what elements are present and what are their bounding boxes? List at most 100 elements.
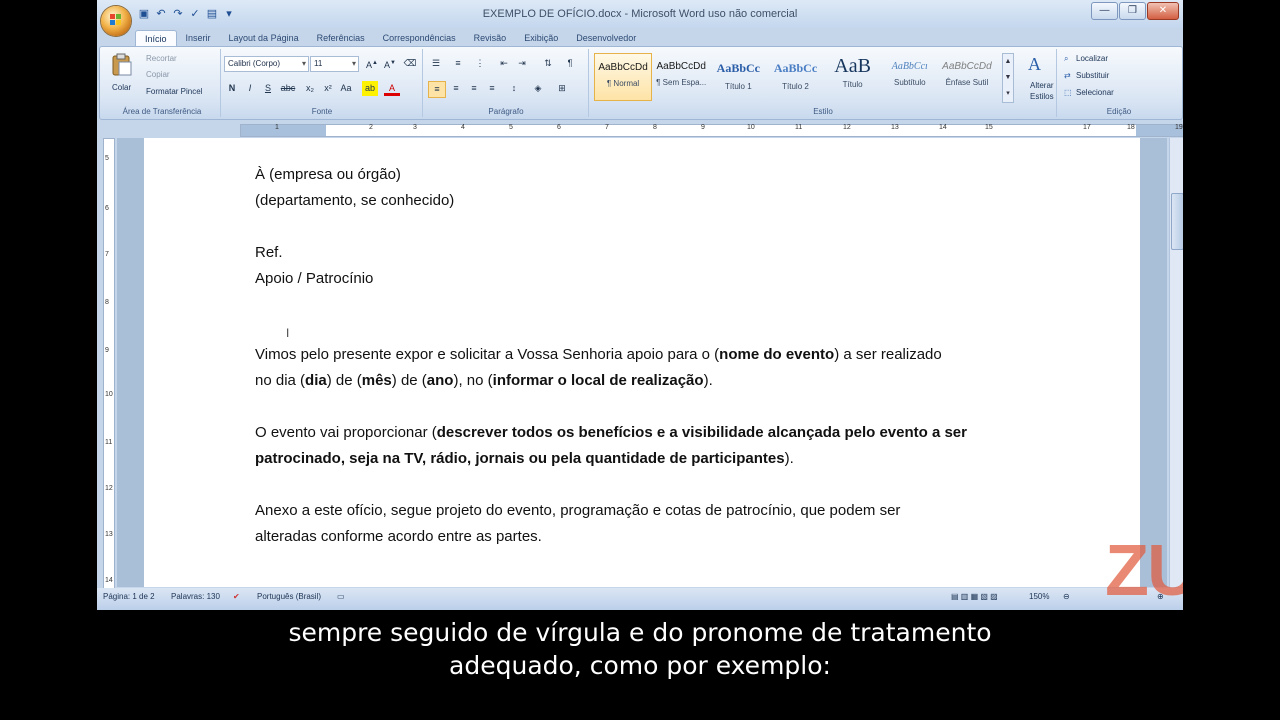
font-color-icon[interactable]: A: [384, 81, 400, 96]
doc-paragraph-1b[interactable]: no dia (dia) de (mês) de (ano), no (info…: [255, 372, 713, 389]
change-case-icon[interactable]: Aa: [338, 81, 354, 96]
decrease-indent-icon[interactable]: ⇤: [496, 56, 512, 71]
style-subtle-emphasis[interactable]: AaBbCcDd Ênfase Sutil: [939, 53, 995, 99]
align-right-icon[interactable]: ≡: [466, 81, 482, 96]
paste-button[interactable]: Colar: [112, 83, 131, 92]
ruler-tick: 10: [747, 124, 755, 131]
minimize-button[interactable]: —: [1091, 2, 1118, 20]
font-group-label: Fonte: [311, 107, 333, 116]
bullets-icon[interactable]: ☰: [428, 56, 444, 71]
doc-line-recipient[interactable]: À (empresa ou órgão): [255, 166, 401, 183]
italic-button[interactable]: I: [242, 81, 258, 96]
increase-indent-icon[interactable]: ⇥: [514, 56, 530, 71]
format-painter-button[interactable]: Formatar Pincel: [146, 87, 202, 96]
style-subtitle[interactable]: AaBbCcı Subtítulo: [882, 53, 938, 99]
document-area[interactable]: À (empresa ou órgão) (departamento, se c…: [117, 138, 1167, 587]
maximize-button[interactable]: ❐: [1119, 2, 1146, 20]
doc-paragraph-2a[interactable]: O evento vai proporcionar (descrever tod…: [255, 424, 967, 441]
style-no-spacing[interactable]: AaBbCcDd ¶ Sem Espa...: [653, 53, 709, 99]
macro-record-icon[interactable]: ▭: [337, 592, 345, 601]
tab-exibicao[interactable]: Exibição: [515, 30, 567, 46]
horizontal-ruler[interactable]: 1 2 3 4 5 6 7 8 9 10 11 12 13 14 15 17 1…: [97, 120, 1183, 138]
tab-referencias[interactable]: Referências: [308, 30, 374, 46]
paragraph-group-label: Parágrafo: [488, 107, 524, 116]
window-title: EXEMPLO DE OFÍCIO.docx - Microsoft Word …: [482, 8, 798, 20]
style-normal[interactable]: AaBbCcDd ¶ Normal: [594, 53, 653, 101]
style-gallery: AaBbCcDd ¶ Normal AaBbCcDd ¶ Sem Espa... A…: [594, 53, 996, 101]
find-button[interactable]: Localizar: [1076, 54, 1108, 63]
line-spacing-icon[interactable]: ↕: [506, 81, 522, 96]
select-button[interactable]: Selecionar: [1076, 88, 1114, 97]
change-styles-icon[interactable]: A: [1026, 53, 1048, 75]
show-marks-icon[interactable]: ¶: [562, 56, 578, 71]
replace-button[interactable]: Substituir: [1076, 71, 1109, 80]
strikethrough-icon[interactable]: abc: [280, 81, 296, 96]
status-zoom[interactable]: 150%: [1029, 592, 1049, 601]
style-heading-1[interactable]: AaBbCc Título 1: [710, 53, 766, 99]
ruler-tick: 3: [413, 124, 417, 131]
doc-line-department[interactable]: (departamento, se conhecido): [255, 192, 454, 209]
highlight-icon[interactable]: ab: [362, 81, 378, 96]
word-window: ▣ ↶ ↷ ✓ ▤ ▾ EXEMPLO DE OFÍCIO.docx - Mic…: [97, 0, 1183, 610]
view-buttons-icon[interactable]: ▤ ▥ ▦ ▧ ▨: [951, 592, 998, 601]
ruler-tick: 17: [1083, 124, 1091, 131]
style-heading-2[interactable]: AaBbCc Título 2: [767, 53, 823, 99]
sort-icon[interactable]: ⇅: [540, 56, 556, 71]
multilevel-list-icon[interactable]: ⋮: [472, 56, 488, 71]
clipboard-group: Colar Recortar Copiar Formatar Pincel Ár…: [104, 49, 221, 117]
doc-paragraph-2b[interactable]: patrocinado, seja na TV, rádio, jornais …: [255, 450, 794, 467]
tab-inicio[interactable]: Início: [135, 30, 177, 46]
close-button[interactable]: ✕: [1147, 2, 1179, 20]
align-left-icon[interactable]: ≡: [428, 81, 446, 98]
select-icon: ⬚: [1064, 88, 1072, 97]
subscript-icon[interactable]: x₂: [302, 81, 318, 96]
underline-button[interactable]: S: [260, 81, 276, 96]
change-styles-label-1[interactable]: Alterar: [1030, 81, 1054, 90]
cut-button[interactable]: Recortar: [146, 54, 177, 63]
ruler-tick: 7: [605, 124, 609, 131]
status-page[interactable]: Página: 1 de 2: [103, 592, 155, 601]
doc-line-ref[interactable]: Ref.: [255, 244, 283, 261]
grow-font-icon[interactable]: A▲: [364, 56, 380, 71]
channel-watermark: ZUN: [1105, 531, 1183, 610]
change-styles-label-2[interactable]: Estilos: [1030, 92, 1054, 101]
status-language[interactable]: Português (Brasil): [257, 592, 321, 601]
editing-group-label: Edição: [1106, 107, 1132, 116]
ruler-tick: 8: [105, 299, 109, 306]
document-page[interactable]: À (empresa ou órgão) (departamento, se c…: [144, 138, 1140, 587]
shading-icon[interactable]: ◈: [530, 81, 546, 96]
font-name-combo[interactable]: Calibri (Corpo): [224, 56, 309, 72]
ruler-tick: 1: [275, 124, 279, 131]
doc-paragraph-1a[interactable]: Vimos pelo presente expor e solicitar a …: [255, 346, 942, 363]
scrollbar-thumb[interactable]: [1171, 193, 1183, 250]
vertical-ruler[interactable]: 5 6 7 8 9 10 11 12 13 14: [103, 138, 115, 590]
style-title[interactable]: AaB Título: [825, 53, 881, 99]
align-center-icon[interactable]: ≡: [448, 81, 464, 96]
clear-formatting-icon[interactable]: ⌫: [402, 56, 418, 71]
zoom-out-icon[interactable]: ⊖: [1063, 592, 1070, 601]
font-size-combo[interactable]: 11: [310, 56, 359, 72]
status-words[interactable]: Palavras: 130: [171, 592, 220, 601]
doc-paragraph-3b[interactable]: alteradas conforme acordo entre as parte…: [255, 528, 542, 545]
shrink-font-icon[interactable]: A▼: [382, 56, 398, 71]
superscript-icon[interactable]: x²: [320, 81, 336, 96]
styles-group-label: Estilo: [813, 107, 833, 116]
tab-layout[interactable]: Layout da Página: [220, 30, 308, 46]
vertical-scrollbar[interactable]: [1169, 138, 1183, 587]
tab-desenvolvedor[interactable]: Desenvolvedor: [567, 30, 645, 46]
bold-button[interactable]: N: [224, 81, 240, 96]
doc-paragraph-3a[interactable]: Anexo a este ofício, segue projeto do ev…: [255, 502, 900, 519]
copy-button[interactable]: Copiar: [146, 70, 170, 79]
tab-correspondencias[interactable]: Correspondências: [374, 30, 465, 46]
doc-line-subject[interactable]: Apoio / Patrocínio: [255, 270, 373, 287]
tab-inserir[interactable]: Inserir: [177, 30, 220, 46]
paste-icon[interactable]: [110, 53, 134, 77]
numbering-icon[interactable]: ≡: [450, 56, 466, 71]
style-gallery-scroll[interactable]: ▲ ▼ ▾: [1002, 53, 1014, 103]
tab-revisao[interactable]: Revisão: [465, 30, 516, 46]
ruler-tick: 18: [1127, 124, 1135, 131]
borders-icon[interactable]: ⊞: [554, 81, 570, 96]
text-run: ) de (: [326, 372, 362, 389]
justify-icon[interactable]: ≡: [484, 81, 500, 96]
proofing-icon[interactable]: ✔: [233, 592, 240, 601]
